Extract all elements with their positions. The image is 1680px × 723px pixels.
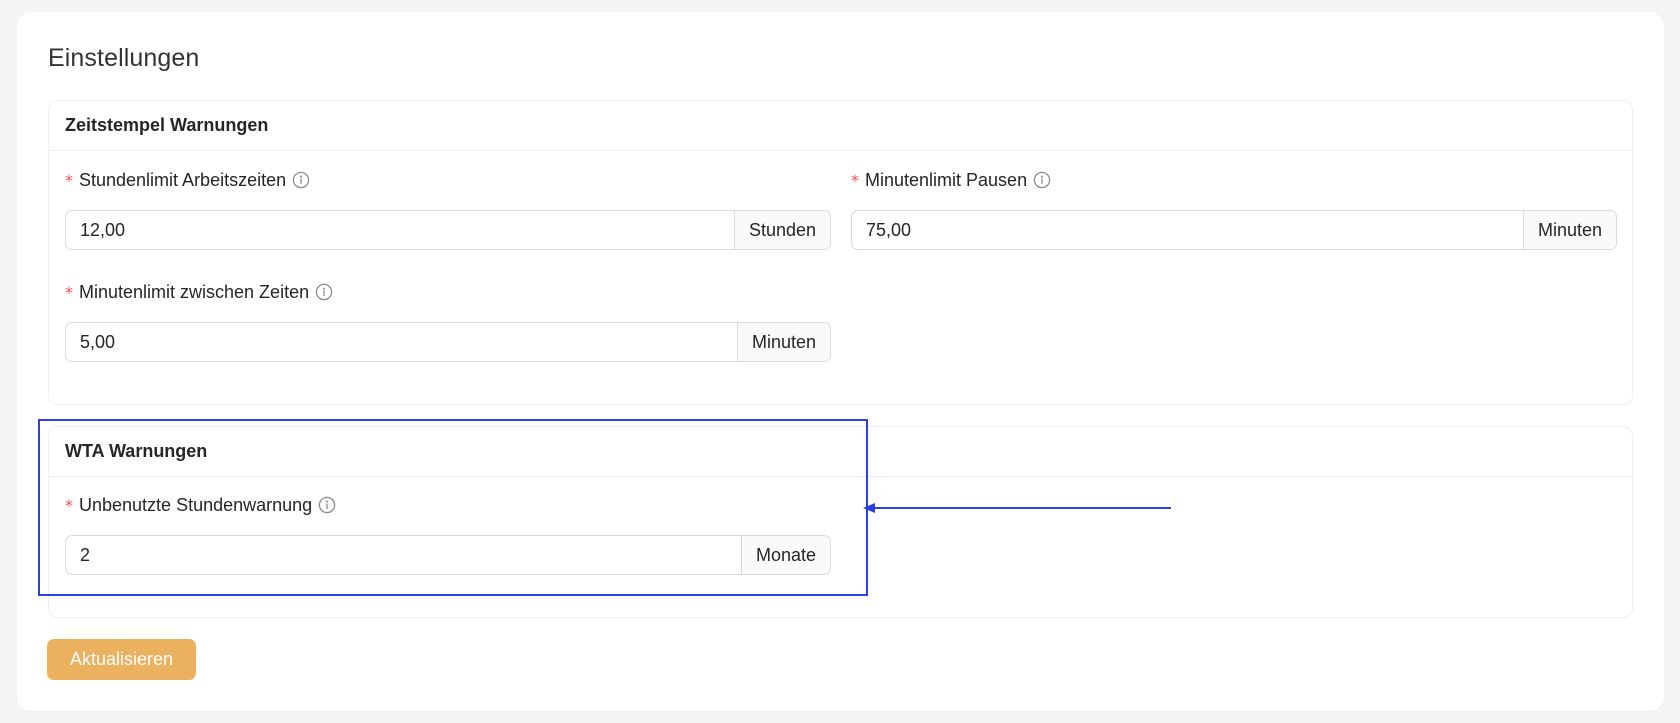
section-title: Zeitstempel Warnungen	[49, 101, 1632, 151]
field-label: * Unbenutzte Stundenwarnung	[65, 493, 831, 517]
field-minutenlimit-zwischen-zeiten: * Minutenlimit zwischen Zeiten Minuten	[65, 280, 831, 362]
label-text: Stundenlimit Arbeitszeiten	[79, 169, 287, 190]
info-circle-icon[interactable]	[318, 496, 336, 514]
required-mark: *	[65, 282, 73, 302]
label-text: Unbenutzte Stundenwarnung	[79, 494, 313, 515]
section-wta-warnungen: WTA Warnungen * Unbenutzte Stundenwarnun…	[48, 426, 1633, 618]
input-group: Minuten	[851, 210, 1617, 250]
info-circle-icon[interactable]	[292, 171, 310, 189]
field-unbenutzte-stundenwarnung: * Unbenutzte Stundenwarnung Monate	[65, 493, 831, 575]
info-circle-icon[interactable]	[315, 283, 333, 301]
unit-addon: Minuten	[736, 323, 830, 361]
input-group: Monate	[65, 535, 831, 575]
stundenlimit-input[interactable]	[66, 211, 734, 249]
aktualisieren-button[interactable]: Aktualisieren	[47, 639, 196, 680]
field-stundenlimit-arbeitszeiten: * Stundenlimit Arbeitszeiten Stunden	[65, 168, 831, 250]
input-group: Minuten	[65, 322, 831, 362]
info-circle-icon[interactable]	[1033, 171, 1051, 189]
field-label: * Stundenlimit Arbeitszeiten	[65, 168, 831, 192]
minutenlimit-zwischen-input[interactable]	[66, 323, 737, 361]
input-group: Stunden	[65, 210, 831, 250]
required-mark: *	[851, 170, 859, 190]
unit-addon: Monate	[740, 536, 830, 574]
page-title: Einstellungen	[48, 44, 200, 72]
section-zeitstempel-warnungen: Zeitstempel Warnungen * Stundenlimit Arb…	[48, 100, 1633, 405]
unbenutzte-stundenwarnung-input[interactable]	[66, 536, 741, 574]
label-text: Minutenlimit Pausen	[865, 169, 1028, 190]
required-mark: *	[65, 170, 73, 190]
field-label: * Minutenlimit Pausen	[851, 168, 1617, 192]
minutenlimit-pausen-input[interactable]	[852, 211, 1523, 249]
section-title: WTA Warnungen	[49, 427, 1632, 477]
unit-addon: Stunden	[733, 211, 830, 249]
field-label: * Minutenlimit zwischen Zeiten	[65, 280, 831, 304]
field-minutenlimit-pausen: * Minutenlimit Pausen Minuten	[851, 168, 1617, 250]
label-text: Minutenlimit zwischen Zeiten	[79, 281, 310, 302]
unit-addon: Minuten	[1522, 211, 1616, 249]
required-mark: *	[65, 495, 73, 515]
